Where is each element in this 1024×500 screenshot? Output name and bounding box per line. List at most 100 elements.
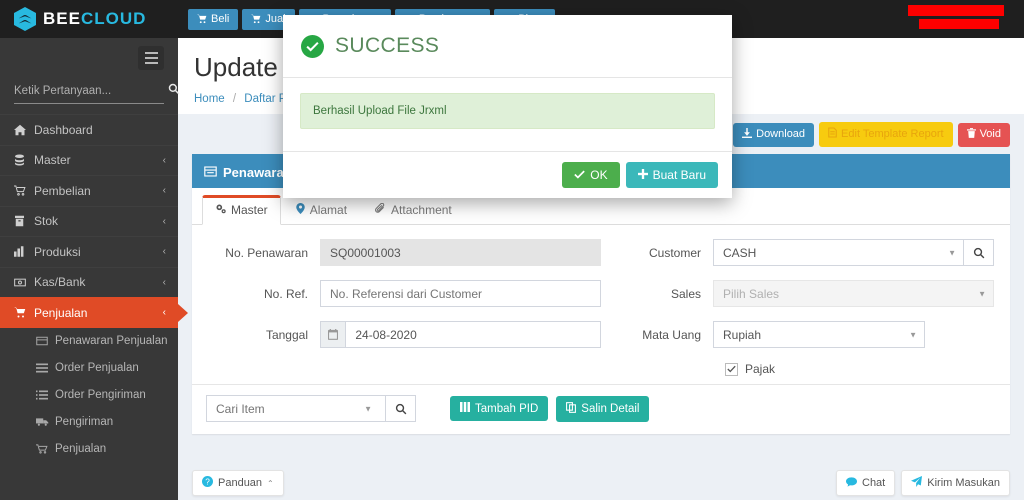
truck-icon — [36, 417, 55, 427]
calendar-icon[interactable] — [320, 321, 346, 349]
plus-icon — [637, 168, 648, 182]
field-no-ref: No. Ref. — [208, 280, 601, 308]
redaction-box-upper — [908, 5, 1004, 16]
home-icon — [14, 124, 34, 136]
pajak-checkbox[interactable] — [725, 362, 738, 376]
customer-search-button[interactable] — [964, 239, 994, 267]
sidebar-hamburger-toggle[interactable] — [138, 46, 164, 70]
chart-icon — [14, 246, 34, 257]
sidebar-item-kas-bank[interactable]: Kas/Bank ‹ — [0, 266, 178, 298]
field-label: No. Ref. — [263, 286, 308, 301]
sidebar-item-stok[interactable]: Stok ‹ — [0, 205, 178, 237]
void-button[interactable]: Void — [957, 122, 1010, 147]
ok-button[interactable]: OK — [562, 162, 620, 188]
money-icon — [14, 278, 34, 287]
sidebar-item-penjualan[interactable]: Penjualan ‹ — [0, 297, 178, 328]
field-label: Mata Uang — [642, 327, 701, 342]
chat-button[interactable]: Chat — [836, 470, 896, 496]
sidebar-subitem-pengiriman[interactable]: Pengiriman — [0, 409, 178, 436]
cart-icon — [14, 307, 34, 318]
cart-icon — [14, 185, 34, 196]
download-button[interactable]: Download — [733, 122, 815, 147]
modal-footer: OK Buat Baru — [283, 151, 732, 198]
panduan-label: Panduan — [218, 477, 263, 489]
chat-icon — [846, 476, 857, 490]
brand-logo[interactable]: BEECLOUD — [0, 0, 180, 38]
sidebar-item-produksi[interactable]: Produksi ‹ — [0, 236, 178, 267]
mata-uang-select[interactable]: Rupiah — [713, 321, 925, 349]
buat-baru-button-label: Buat Baru — [652, 168, 706, 182]
search-input[interactable] — [14, 85, 168, 97]
void-button-label: Void — [979, 128, 1001, 140]
sidebar-item-label: Dashboard — [34, 122, 93, 137]
salin-detail-label: Salin Detail — [581, 402, 640, 415]
form-body: No. Penawaran SQ00001003 No. Ref. Tangga… — [192, 225, 1010, 384]
chevron-left-icon: ‹ — [162, 215, 166, 227]
beecloud-hexagon-icon — [14, 7, 36, 31]
tab-alamat[interactable]: Alamat — [283, 195, 360, 225]
app-window: BEECLOUD Beli Jual Penerimaan Pembayaran — [0, 0, 1024, 500]
kirim-masukan-label: Kirim Masukan — [927, 477, 1000, 489]
brand-text-primary: BEE — [43, 9, 81, 28]
chevron-left-icon: ‹ — [162, 307, 166, 319]
item-search-input[interactable] — [206, 395, 386, 423]
breadcrumb-home[interactable]: Home — [194, 93, 225, 105]
sidebar-subitem-penjualan[interactable]: Penjualan — [0, 436, 178, 463]
no-ref-input[interactable] — [320, 280, 601, 308]
search-icon[interactable] — [168, 82, 180, 100]
sidebar-item-dashboard[interactable]: Dashboard — [0, 114, 178, 145]
field-sales: Sales Pilih Sales ▼ — [601, 280, 994, 308]
tambah-pid-button[interactable]: Tambah PID — [450, 396, 549, 422]
field-label: Sales — [670, 286, 701, 301]
chevron-left-icon: ‹ — [162, 154, 166, 166]
tab-master[interactable]: Master — [202, 195, 281, 226]
sales-select[interactable]: Pilih Sales — [713, 280, 994, 308]
sidebar-subitem-label: Penjualan — [55, 443, 107, 455]
download-button-label: Download — [756, 128, 806, 140]
item-search-button[interactable] — [386, 395, 416, 423]
gears-icon — [215, 203, 226, 217]
sidebar-subitem-order-pengiriman[interactable]: Order Pengiriman — [0, 382, 178, 409]
modal-header: SUCCESS — [283, 15, 732, 78]
card-icon — [36, 336, 55, 346]
tab-attachment[interactable]: Attachment — [362, 195, 465, 225]
buat-baru-button[interactable]: Buat Baru — [625, 162, 718, 188]
form-column-left: No. Penawaran SQ00001003 No. Ref. Tangga… — [208, 239, 601, 376]
sidebar-item-master[interactable]: Master ‹ — [0, 144, 178, 176]
brand-text: BEECLOUD — [43, 9, 146, 29]
chevron-left-icon: ‹ — [162, 185, 166, 197]
salin-detail-button[interactable]: Salin Detail — [556, 395, 650, 422]
edit-template-report-button[interactable]: Edit Template Report — [819, 122, 953, 148]
customer-select[interactable]: CASH — [713, 239, 964, 267]
tanggal-input[interactable]: 24-08-2020 — [345, 321, 601, 349]
panel-header-title: Penawaran — [223, 165, 292, 181]
no-penawaran-input: SQ00001003 — [320, 239, 601, 267]
nav-button-label: Beli — [211, 12, 230, 25]
panduan-button[interactable]: ? Panduan ⌃ — [192, 470, 284, 496]
edit-template-report-button-label: Edit Template Report — [841, 128, 944, 140]
sidebar-subitem-order-penjualan[interactable]: Order Penjualan — [0, 355, 178, 382]
receipt-icon — [204, 165, 217, 180]
list-ol-icon — [36, 390, 55, 400]
kirim-masukan-button[interactable]: Kirim Masukan — [901, 470, 1010, 496]
success-modal: SUCCESS Berhasil Upload File Jrxml OK Bu… — [283, 15, 732, 198]
footer-bar: ? Panduan ⌃ Chat Kirim Masukan — [178, 466, 1024, 500]
field-mata-uang: Mata Uang Rupiah ▼ — [601, 321, 994, 349]
list-icon — [36, 363, 55, 373]
form-column-right: Customer CASH ▼ Sales Pilih Sales ▼ Mata… — [601, 239, 994, 376]
tab-label: Attachment — [391, 203, 452, 218]
sidebar-item-label: Pembelian — [34, 183, 91, 198]
sidebar-item-label: Produksi — [34, 244, 81, 259]
sidebar-item-label: Stok — [34, 214, 59, 229]
sidebar-item-pembelian[interactable]: Pembelian ‹ — [0, 175, 178, 206]
nav-button-beli[interactable]: Beli — [188, 8, 239, 30]
chevron-up-icon: ⌃ — [267, 478, 274, 488]
item-search-group: ▼ — [206, 395, 416, 423]
chevron-left-icon: ‹ — [162, 276, 166, 288]
sidebar-subitem-label: Order Pengiriman — [55, 389, 146, 401]
sidebar-subitem-penawaran-penjualan[interactable]: Penawaran Penjualan — [0, 328, 178, 355]
redaction-box-lower — [919, 19, 999, 29]
brand-text-secondary: CLOUD — [80, 9, 147, 28]
field-no-penawaran: No. Penawaran SQ00001003 — [208, 239, 601, 267]
sidebar-search[interactable] — [14, 82, 180, 104]
